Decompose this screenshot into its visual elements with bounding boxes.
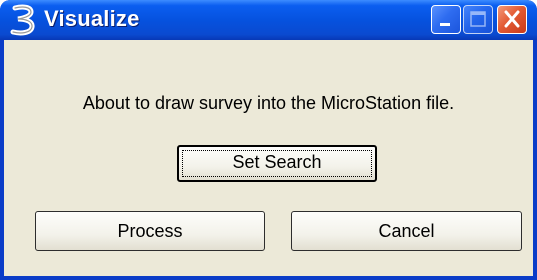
minimize-button[interactable] bbox=[431, 5, 461, 34]
window-title: Visualize bbox=[44, 6, 140, 31]
close-button[interactable] bbox=[497, 5, 527, 34]
close-icon bbox=[504, 10, 520, 28]
cancel-label: Cancel bbox=[378, 221, 435, 241]
title-bar[interactable]: Visualize bbox=[0, 0, 537, 40]
microstation-b-icon bbox=[9, 4, 37, 36]
process-label: Process bbox=[117, 221, 183, 241]
maximize-icon bbox=[470, 11, 486, 27]
maximize-button[interactable] bbox=[463, 5, 493, 34]
minimize-icon bbox=[440, 23, 450, 26]
cancel-button[interactable]: Cancel bbox=[291, 211, 522, 251]
set-search-label: Set Search bbox=[232, 152, 322, 172]
set-search-button[interactable]: Set Search bbox=[177, 145, 377, 182]
dialog-body: About to draw survey into the MicroStati… bbox=[4, 40, 533, 276]
process-button[interactable]: Process bbox=[35, 211, 265, 251]
visualize-dialog-window: Visualize About to draw survey into the … bbox=[0, 0, 537, 280]
dialog-message: About to draw survey into the MicroStati… bbox=[82, 93, 455, 113]
